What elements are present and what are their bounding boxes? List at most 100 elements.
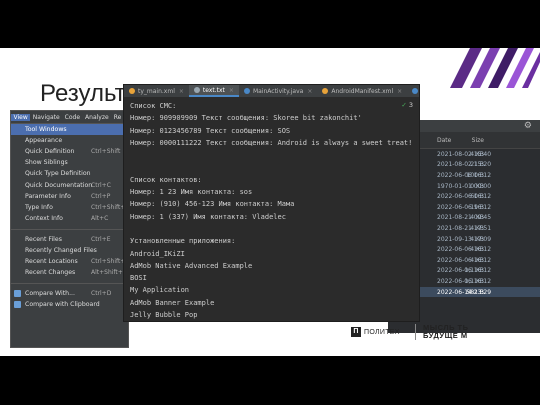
file-date: 2022-06-06 16:12 bbox=[437, 267, 492, 275]
politech-logo: П ПОЛИТЕХ bbox=[351, 327, 400, 337]
menu-item-shortcut: Ctrl+E bbox=[91, 235, 111, 243]
file-date: 2022-06-06 16:12 bbox=[437, 246, 492, 254]
menu-item[interactable]: Recent Locations Ctrl+Shift+E bbox=[11, 256, 129, 267]
menu-item[interactable]: Quick Documentation Ctrl+C bbox=[11, 179, 128, 190]
future-logo-line2: БУДУЩЕ М bbox=[423, 331, 468, 340]
code-line: AdMob Banner Example bbox=[130, 298, 215, 307]
editor-tab[interactable]: Payload.j× bbox=[407, 85, 419, 97]
file-date: 2021-08-02 15:20 bbox=[437, 161, 492, 169]
menu-item[interactable]: Parameter Info Ctrl+P bbox=[11, 191, 128, 202]
menubar-item[interactable]: View bbox=[11, 113, 31, 121]
menu-item-shortcut: Ctrl+P bbox=[91, 192, 111, 200]
menu-item[interactable]: Context Info Alt+C bbox=[11, 213, 128, 224]
menu-item-shortcut: Ctrl+C bbox=[91, 181, 111, 189]
close-icon[interactable]: × bbox=[307, 88, 312, 95]
file-type-icon bbox=[243, 88, 250, 94]
file-type-icon bbox=[322, 88, 329, 94]
file-date: 2021-08-21 17:51 bbox=[437, 224, 492, 232]
politech-mark: П bbox=[351, 327, 361, 337]
menu-item-label: Quick Documentation bbox=[25, 181, 93, 189]
menu-item[interactable]: Recent Files Ctrl+E bbox=[11, 234, 128, 245]
close-icon[interactable]: × bbox=[397, 88, 402, 95]
menubar-item[interactable]: Re bbox=[111, 114, 124, 121]
menu-item-label: Context Info bbox=[25, 214, 63, 222]
menubar-item[interactable]: Analyze bbox=[83, 114, 112, 121]
inspection-count: 3 bbox=[408, 101, 413, 109]
menu-item-label: Tool Windows bbox=[25, 126, 67, 134]
file-date: 1970-01-01 00:00 bbox=[437, 182, 492, 190]
date-column-header[interactable]: Date bbox=[437, 137, 511, 144]
menu-item[interactable]: Recent Changes Alt+Shift+C bbox=[11, 267, 128, 278]
menu-item-label: Compare With... bbox=[25, 290, 75, 298]
menu-item-shortcut: Ctrl+Shift bbox=[91, 148, 121, 156]
menu-item[interactable]: Compare with Clipboard bbox=[11, 299, 128, 310]
file-date: 2022-06-06 16:12 bbox=[437, 256, 492, 264]
menu-item[interactable]: Quick Definition Ctrl+Shift bbox=[11, 146, 128, 157]
code-line: Список контактов: bbox=[130, 175, 202, 184]
editor-tab[interactable]: text.txt × bbox=[188, 85, 239, 97]
menu-separator bbox=[11, 278, 128, 285]
code-line: Номер: (910) 456-123 Имя контакта: Мама bbox=[130, 200, 295, 209]
politech-text: ПОЛИТЕХ bbox=[364, 328, 400, 336]
file-date: 2022-06-06 16:12 bbox=[437, 171, 492, 179]
menu-item-shortcut: Alt+Shift+C bbox=[91, 269, 128, 277]
menu-item-label: Show Siblings bbox=[25, 159, 68, 167]
menu-separator bbox=[11, 224, 128, 230]
code-line: Номер: 1 23 Имя контакта: sos bbox=[130, 188, 253, 197]
code-line: My Application bbox=[130, 286, 190, 295]
code-line: Список СМС: bbox=[130, 102, 177, 110]
code-line: BOSI bbox=[130, 274, 147, 283]
code-line: AdMob Native Advanced Example bbox=[130, 261, 253, 270]
code-line: Jelly Bubble Pop bbox=[130, 311, 198, 320]
file-date: 2021-09-13 17:09 bbox=[437, 235, 492, 243]
menubar-item[interactable]: Code bbox=[62, 114, 82, 121]
check-icon: ✓ bbox=[401, 101, 407, 109]
menu-item[interactable]: Tool Windows bbox=[11, 124, 128, 136]
menu-item[interactable]: Type Info Ctrl+Shift+P bbox=[11, 202, 129, 213]
editor-tab[interactable]: MainActivity.java × bbox=[239, 85, 317, 97]
menu-item[interactable]: Appearance bbox=[11, 135, 128, 146]
menu-item-label: Recent Locations bbox=[25, 258, 78, 266]
editor-tab[interactable]: AndroidManifest.xml × bbox=[317, 85, 407, 97]
code-line: Номер: 0123456789 Текст сообщения: SOS bbox=[130, 126, 291, 135]
code-area[interactable]: ✓ 3 Список СМС: Номер: 909909909 Текст со… bbox=[124, 97, 419, 321]
menu-item[interactable]: Show Siblings bbox=[11, 157, 128, 168]
menu-item-shortcut: Ctrl+D bbox=[91, 290, 112, 298]
menu-items-list: Tool Windows Appearance Quick Definition Ct… bbox=[11, 124, 129, 310]
menubar-item[interactable]: Navigate bbox=[30, 114, 62, 121]
code-line: Номер: 0000111222 Текст сообщения: Andro… bbox=[130, 138, 413, 147]
menu-item-label: Compare with Clipboard bbox=[25, 301, 100, 309]
menu-item[interactable]: Compare With... Ctrl+D bbox=[11, 288, 128, 299]
inspection-badge[interactable]: ✓ 3 bbox=[401, 99, 413, 111]
close-icon[interactable]: × bbox=[229, 87, 234, 94]
gear-icon[interactable]: ⚙ bbox=[524, 120, 532, 132]
file-type-icon bbox=[193, 87, 200, 93]
file-type-icon bbox=[129, 88, 135, 94]
editor-tabs: ty_main.xml × text.txt × MainActivity.java × A… bbox=[124, 85, 419, 97]
editor-tab[interactable]: ty_main.xml × bbox=[124, 85, 189, 97]
tab-label: text.txt bbox=[202, 86, 225, 94]
file-date: 2021-08-02 15:40 bbox=[437, 150, 492, 158]
file-date: 2022-06-06 16:12 bbox=[437, 193, 492, 201]
menu-item-label: Appearance bbox=[25, 137, 63, 145]
menu-item-label: Type Info bbox=[25, 203, 53, 211]
close-icon[interactable]: × bbox=[179, 88, 184, 95]
menu-item[interactable]: Quick Type Definition bbox=[11, 168, 128, 179]
menu-item-label: Recently Changed Files bbox=[25, 246, 97, 254]
menu-item-label: Quick Definition bbox=[25, 148, 75, 156]
editor-window: ty_main.xml × text.txt × MainActivity.java × A… bbox=[123, 84, 420, 322]
presentation-slide: Результ ⚙ Date Size 2021-08-02 15:40 4 KB… bbox=[0, 48, 540, 356]
code-line: Номер: 1 (337) Имя контакта: Vladelec bbox=[130, 212, 286, 221]
menu-item[interactable]: Recently Changed Files bbox=[11, 245, 128, 256]
menu-item-label: Parameter Info bbox=[25, 192, 71, 200]
code-line: Установленные приложения: bbox=[130, 237, 236, 246]
menu-item-label: Recent Changes bbox=[25, 269, 76, 277]
compare-icon bbox=[14, 301, 21, 309]
tab-label: AndroidManifest.xml bbox=[331, 87, 394, 95]
tab-label: MainActivity.java bbox=[252, 87, 304, 95]
menu-item-label: Quick Type Definition bbox=[25, 170, 91, 178]
compare-icon bbox=[14, 290, 21, 298]
file-date: 2021-08-21 09:45 bbox=[437, 214, 492, 222]
